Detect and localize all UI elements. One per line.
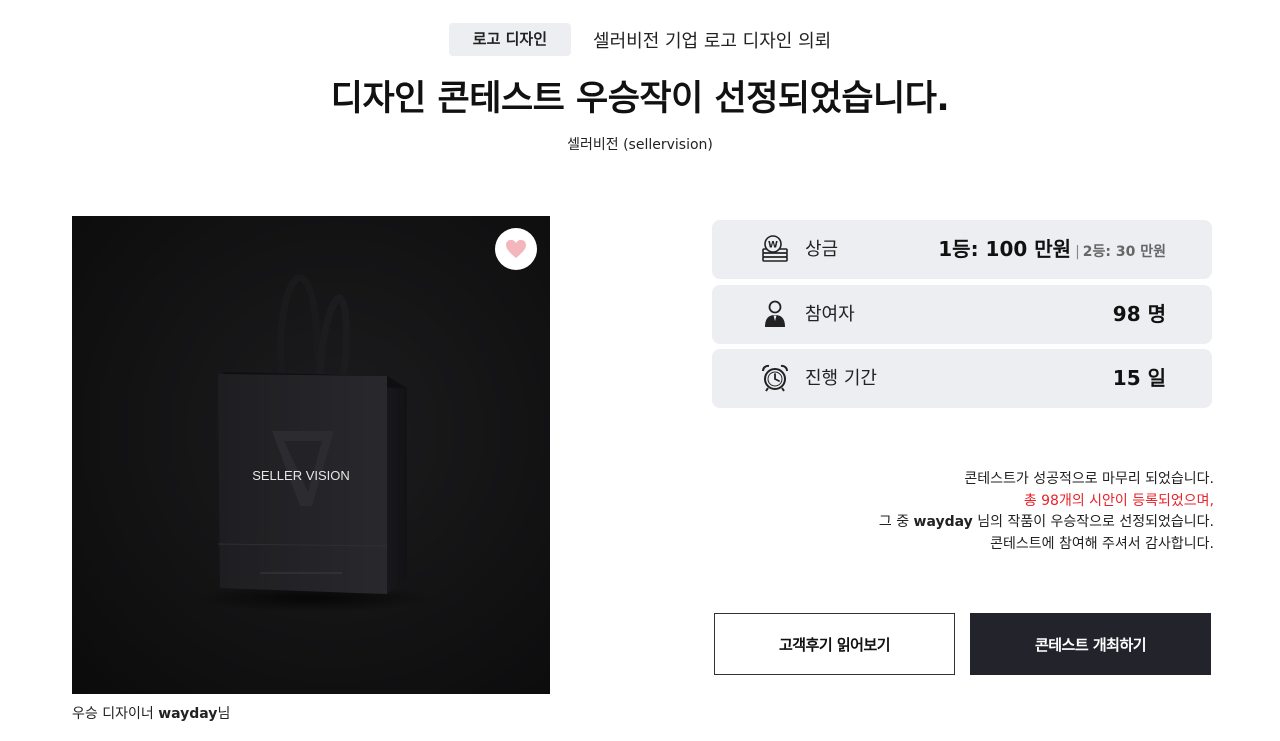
alarm-clock-icon	[762, 364, 788, 392]
host-contest-button[interactable]: 콘테스트 개최하기	[970, 613, 1211, 675]
designer-name[interactable]: wayday	[158, 706, 217, 722]
message-line-3: 그 중 wayday 님의 작품이 우승작으로 선정되었습니다.	[879, 512, 1214, 534]
participants-card: 참여자 98 명	[712, 285, 1212, 344]
caption-suffix: 님	[217, 706, 231, 722]
client-name: 셀러비전 (sellervision)	[567, 137, 713, 153]
coin-stack-icon: W	[762, 235, 788, 262]
caption-prefix: 우승 디자이너	[72, 706, 159, 722]
duration-value: 15 일	[1112, 366, 1166, 390]
read-reviews-button[interactable]: 고객후기 읽어보기	[714, 613, 955, 675]
winning-designer-caption: 우승 디자이너 wayday님	[72, 703, 230, 723]
like-button[interactable]	[495, 228, 537, 270]
category-badge[interactable]: 로고 디자인	[448, 23, 572, 56]
message-line-4: 콘테스트에 참여해 주셔서 감사합니다.	[990, 535, 1214, 552]
participants-value: 98 명	[1112, 302, 1166, 326]
heart-icon	[506, 239, 526, 259]
prize-separator: |	[1075, 244, 1080, 260]
prize-card: W 상금 1등: 100 만원 | 2등: 30 만원	[712, 220, 1212, 279]
header-row: 로고 디자인 셀러비전 기업 로고 디자인 의뢰	[0, 23, 1280, 56]
first-prize: 1등: 100 만원	[938, 237, 1072, 261]
bag-logo-text: SELLER VISION	[252, 468, 350, 483]
person-icon	[765, 300, 785, 327]
shopping-bag-mockup: SELLER VISION	[192, 274, 432, 612]
second-prize: 2등: 30 만원	[1082, 244, 1166, 260]
message-line-1: 콘테스트가 성공적으로 마무리 되었습니다.	[964, 471, 1214, 487]
contest-subject: 셀러비전 기업 로고 디자인 의뢰	[593, 30, 832, 52]
message-designer-name: wayday	[913, 514, 973, 530]
duration-card: 진행 기간 15 일	[712, 349, 1212, 408]
completion-message: 콘테스트가 성공적으로 마무리 되었습니다. 총 98개의 시안이 등록되었으며…	[879, 469, 1214, 555]
winning-design-image[interactable]: SELLER VISION	[72, 216, 550, 694]
message-line-2: 총 98개의 시안이 등록되었으며,	[1023, 492, 1214, 509]
prize-label: 상금	[805, 239, 839, 260]
duration-label: 진행 기간	[805, 368, 877, 389]
prize-value: 1등: 100 만원 | 2등: 30 만원	[938, 220, 1166, 282]
message-line-3-suffix: 님의 작품이 우승작으로 선정되었습니다.	[972, 514, 1214, 530]
message-line-3-prefix: 그 중	[878, 514, 914, 530]
svg-text:W: W	[768, 241, 778, 251]
participants-label: 참여자	[805, 304, 855, 325]
page-title: 디자인 콘테스트 우승작이 선정되었습니다.	[330, 79, 950, 119]
